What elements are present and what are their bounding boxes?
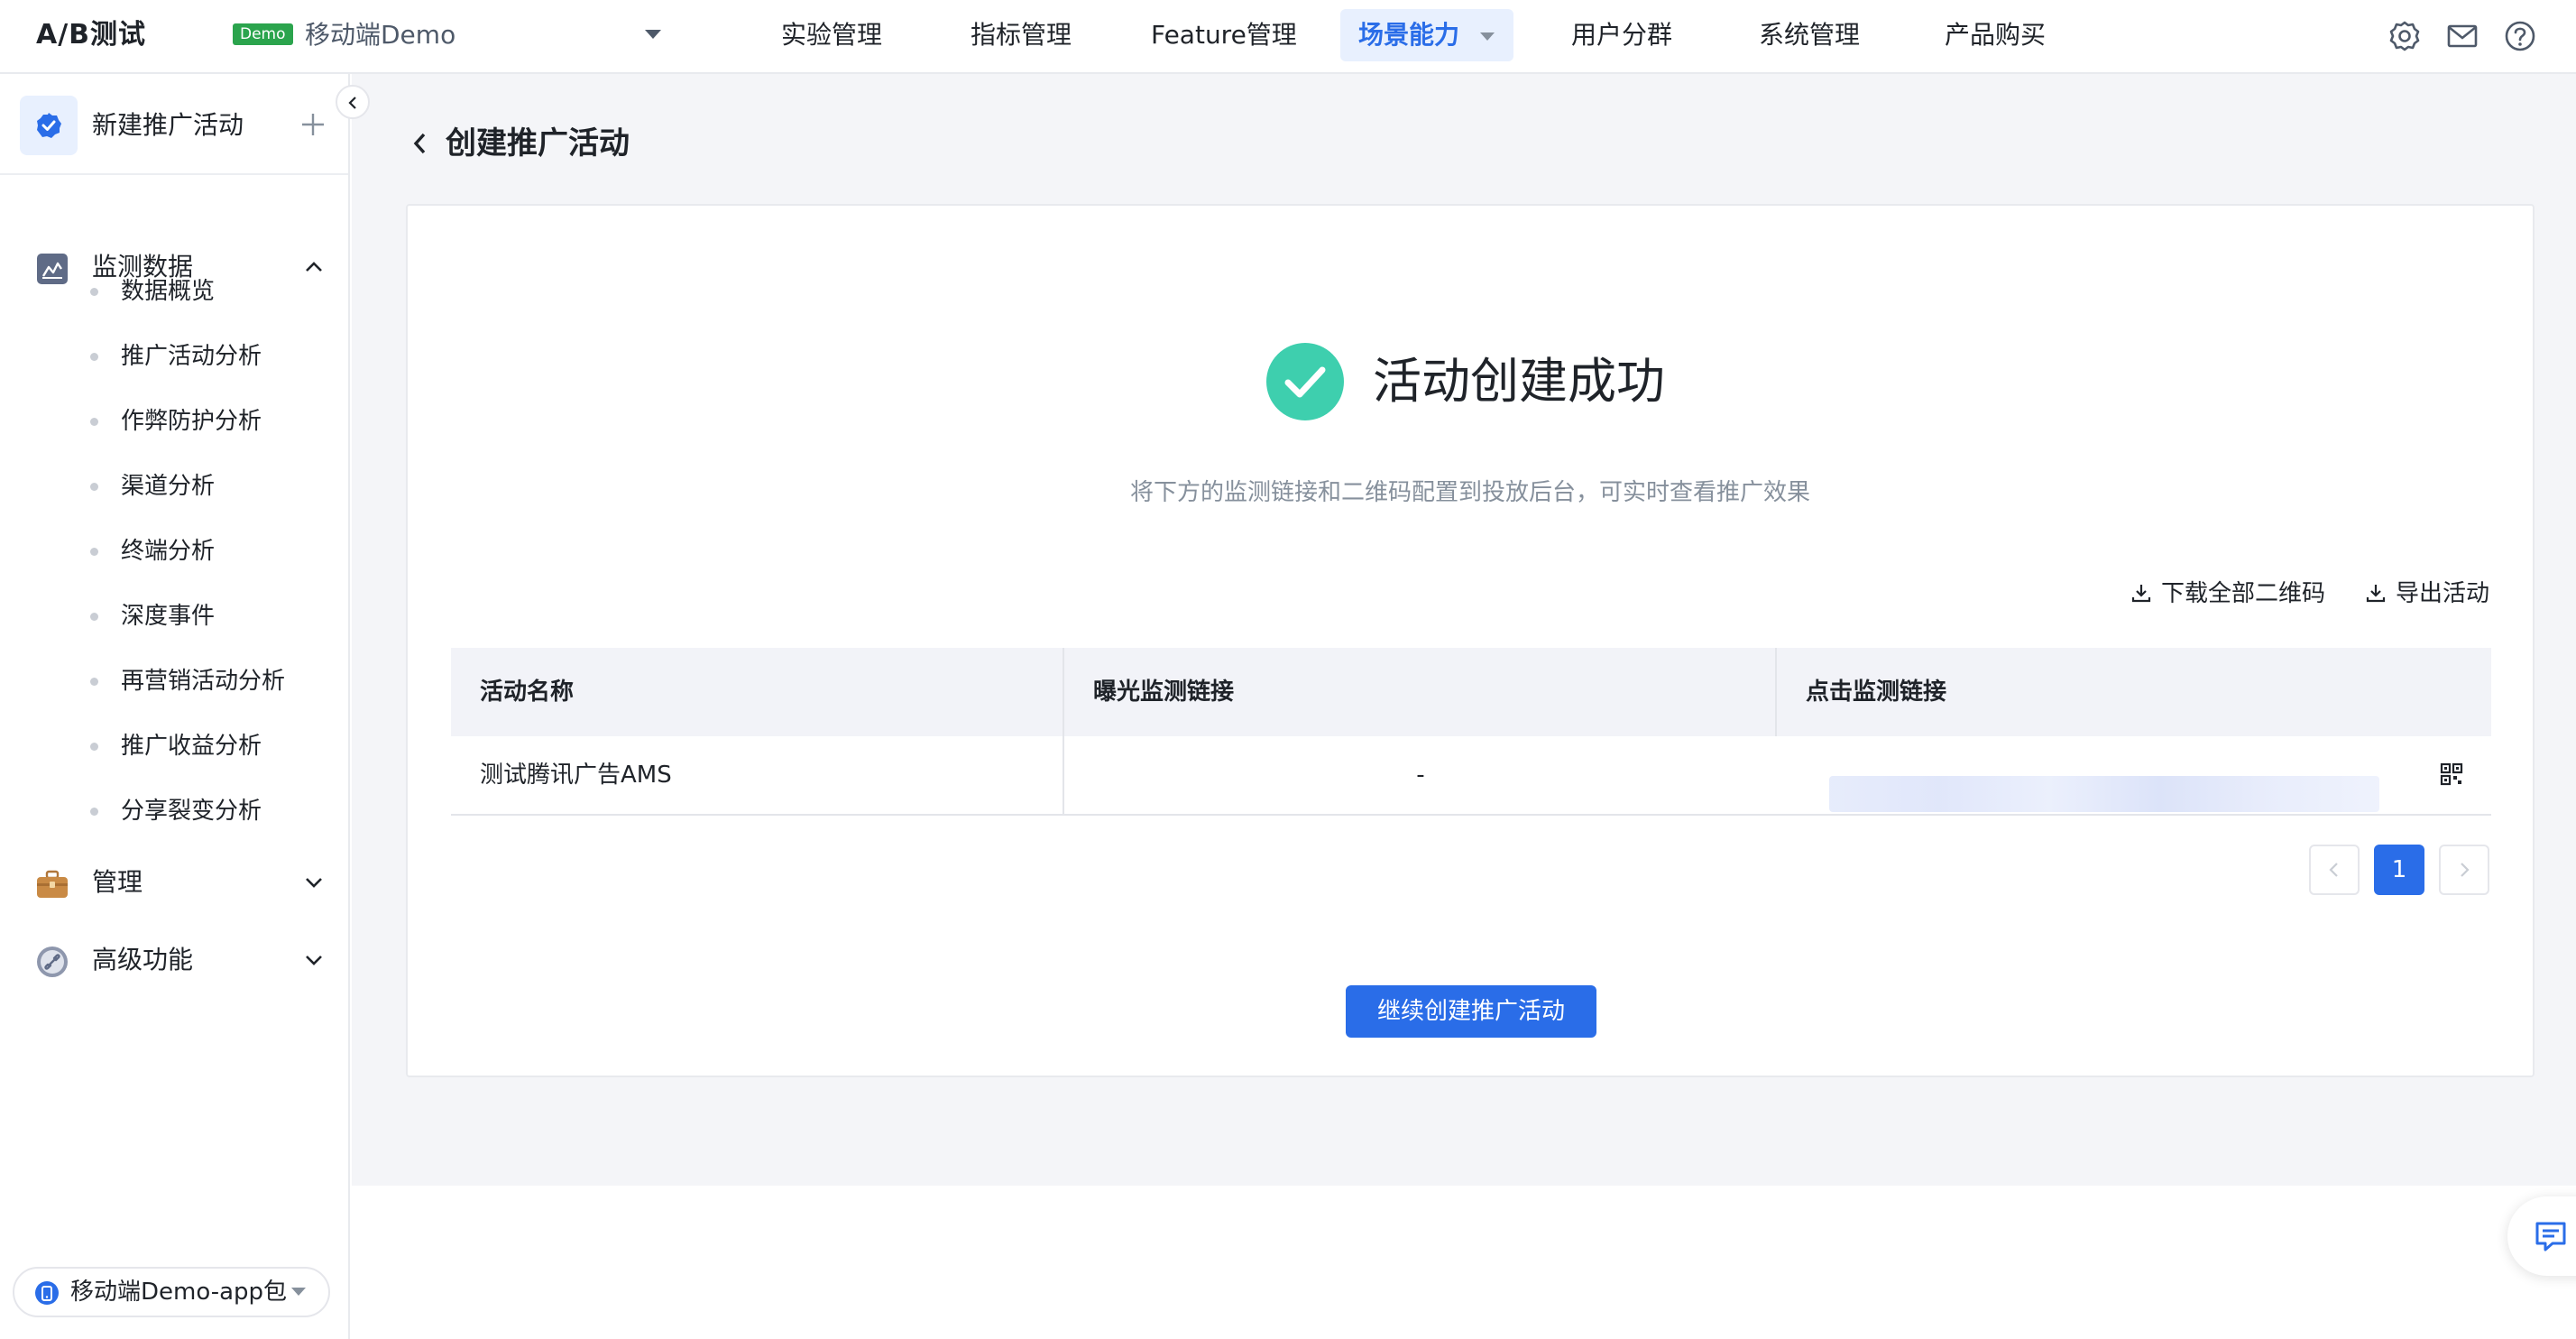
top-navigation-bar: A/B测试 Demo 移动端Demo 实验管理 指标管理 Feature管理 场…	[0, 0, 2576, 74]
cell-click-link-blurred[interactable]	[1829, 776, 2379, 812]
gear-icon[interactable]	[2387, 18, 2423, 54]
new-activity-entry[interactable]: 新建推广活动	[20, 96, 327, 155]
bullet-dot	[90, 808, 98, 816]
sidebar-group-label: 管理	[92, 867, 143, 897]
nav-item-scenarios-label: 场景能力	[1358, 20, 1460, 50]
column-header-name: 活动名称	[480, 679, 575, 706]
back-arrow-icon	[413, 133, 426, 154]
nav-item-segments[interactable]: 用户分群	[1553, 9, 1690, 61]
nav-item-system[interactable]: 系统管理	[1741, 9, 1878, 61]
chevron-right-icon	[2461, 863, 2470, 877]
bullet-dot	[90, 678, 98, 686]
project-selector[interactable]: 移动端Demo	[305, 16, 666, 54]
feedback-chat-button[interactable]	[2507, 1196, 2576, 1276]
briefcase-icon	[36, 868, 69, 900]
success-subtitle: 将下方的监测链接和二维码配置到投放后台，可实时查看推广效果	[1129, 479, 1810, 506]
result-card: 活动创建成功 将下方的监测链接和二维码配置到投放后台，可实时查看推广效果 下载全…	[406, 204, 2535, 1077]
sidebar-item-remarketing-analysis[interactable]: 再营销活动分析	[90, 660, 285, 703]
sidebar: 新建推广活动 监测数据 数据概览 推广活动分析 作弊防护分析 渠道分析 终端分析…	[0, 74, 350, 1339]
sidebar-divider	[0, 173, 348, 175]
chart-icon	[36, 253, 69, 285]
cell-activity-name: 测试腾讯广告AMS	[480, 762, 672, 789]
qr-code-icon[interactable]	[2439, 762, 2464, 787]
sidebar-item-revenue-analysis[interactable]: 推广收益分析	[90, 725, 262, 768]
nav-item-feature[interactable]: Feature管理	[1133, 9, 1315, 61]
sidebar-item-data-overview[interactable]: 数据概览	[90, 270, 215, 313]
sidebar-item-label: 终端分析	[121, 538, 216, 565]
pagination-page-1[interactable]: 1	[2374, 845, 2424, 895]
download-icon	[2131, 584, 2151, 602]
bullet-dot	[90, 613, 98, 621]
caret-down-icon	[290, 1287, 307, 1297]
bullet-dot	[90, 288, 98, 296]
column-divider	[1775, 648, 1777, 736]
chevron-left-icon	[2329, 863, 2338, 877]
sidebar-item-activity-analysis[interactable]: 推广活动分析	[90, 335, 262, 378]
sidebar-item-label: 渠道分析	[121, 473, 216, 500]
sidebar-item-label: 再营销活动分析	[121, 668, 286, 695]
nav-item-scenarios[interactable]: 场景能力	[1340, 9, 1513, 61]
bullet-dot	[90, 743, 98, 751]
app-package-label: 移动端Demo-app包	[70, 1279, 288, 1306]
sidebar-item-fraud-analysis[interactable]: 作弊防护分析	[90, 400, 262, 443]
link-icon	[36, 946, 69, 978]
download-all-qr-label: 下载全部二维码	[2161, 580, 2326, 607]
new-activity-icon-box	[20, 96, 78, 155]
badge-check-icon	[37, 113, 61, 138]
export-activity-link[interactable]: 导出活动	[2365, 576, 2489, 612]
continue-create-button[interactable]: 继续创建推广活动	[1346, 985, 1596, 1038]
nav-item-metrics[interactable]: 指标管理	[952, 9, 1090, 61]
plus-icon[interactable]	[299, 111, 327, 138]
chevron-down-icon	[303, 949, 325, 971]
bullet-dot	[90, 548, 98, 556]
new-activity-label: 新建推广活动	[92, 110, 244, 140]
column-header-click-link: 点击监测链接	[1806, 679, 1947, 706]
sidebar-item-channel-analysis[interactable]: 渠道分析	[90, 465, 215, 508]
page-title: 创建推广活动	[446, 125, 630, 162]
sidebar-item-device-analysis[interactable]: 终端分析	[90, 530, 215, 573]
download-icon	[2366, 584, 2386, 602]
column-header-exposure-link: 曝光监测链接	[1093, 679, 1235, 706]
bullet-dot	[90, 418, 98, 426]
caret-down-icon	[644, 29, 662, 40]
brand-logo[interactable]: A/B测试	[36, 16, 146, 54]
sidebar-item-share-analysis[interactable]: 分享裂变分析	[90, 790, 262, 833]
sidebar-item-label: 深度事件	[121, 603, 216, 630]
success-check-icon	[1266, 343, 1344, 420]
export-activity-label: 导出活动	[2396, 580, 2490, 607]
sidebar-group-advanced[interactable]: 高级功能	[36, 935, 325, 985]
project-selector-label: 移动端Demo	[305, 20, 456, 50]
demo-badge: Demo	[233, 23, 293, 45]
mail-icon[interactable]	[2444, 18, 2480, 54]
pagination-next-button[interactable]	[2439, 845, 2489, 895]
success-title: 活动创建成功	[1373, 353, 1665, 410]
column-divider	[1063, 648, 1064, 736]
bullet-dot	[90, 483, 98, 491]
sidebar-item-label: 数据概览	[121, 278, 216, 305]
chevron-up-icon	[303, 256, 325, 278]
sidebar-item-label: 作弊防护分析	[121, 408, 262, 435]
chevron-left-icon	[348, 97, 356, 109]
sidebar-group-label: 高级功能	[92, 945, 194, 974]
download-all-qr-link[interactable]: 下载全部二维码	[2130, 576, 2325, 612]
caret-down-icon	[1479, 32, 1495, 42]
sidebar-item-label: 推广收益分析	[121, 733, 262, 760]
sidebar-group-management[interactable]: 管理	[36, 857, 325, 908]
table-row: 测试腾讯广告AMS -	[451, 736, 2491, 816]
nav-item-purchase[interactable]: 产品购买	[1927, 9, 2064, 61]
table-header: 活动名称 曝光监测链接 点击监测链接	[451, 648, 2491, 736]
chat-icon	[2535, 1222, 2566, 1251]
sidebar-item-deep-events[interactable]: 深度事件	[90, 595, 215, 638]
app-package-icon	[34, 1280, 60, 1306]
cell-exposure-link: -	[1416, 762, 1425, 789]
pagination-prev-button[interactable]	[2309, 845, 2360, 895]
bullet-dot	[90, 353, 98, 361]
sidebar-item-label: 分享裂变分析	[121, 798, 262, 825]
chevron-down-icon	[303, 872, 325, 893]
sidebar-collapse-button[interactable]	[336, 85, 370, 119]
app-package-selector[interactable]: 移动端Demo-app包	[13, 1267, 330, 1317]
help-icon[interactable]	[2502, 18, 2538, 54]
nav-item-experiments[interactable]: 实验管理	[763, 9, 900, 61]
sidebar-item-label: 推广活动分析	[121, 343, 262, 370]
